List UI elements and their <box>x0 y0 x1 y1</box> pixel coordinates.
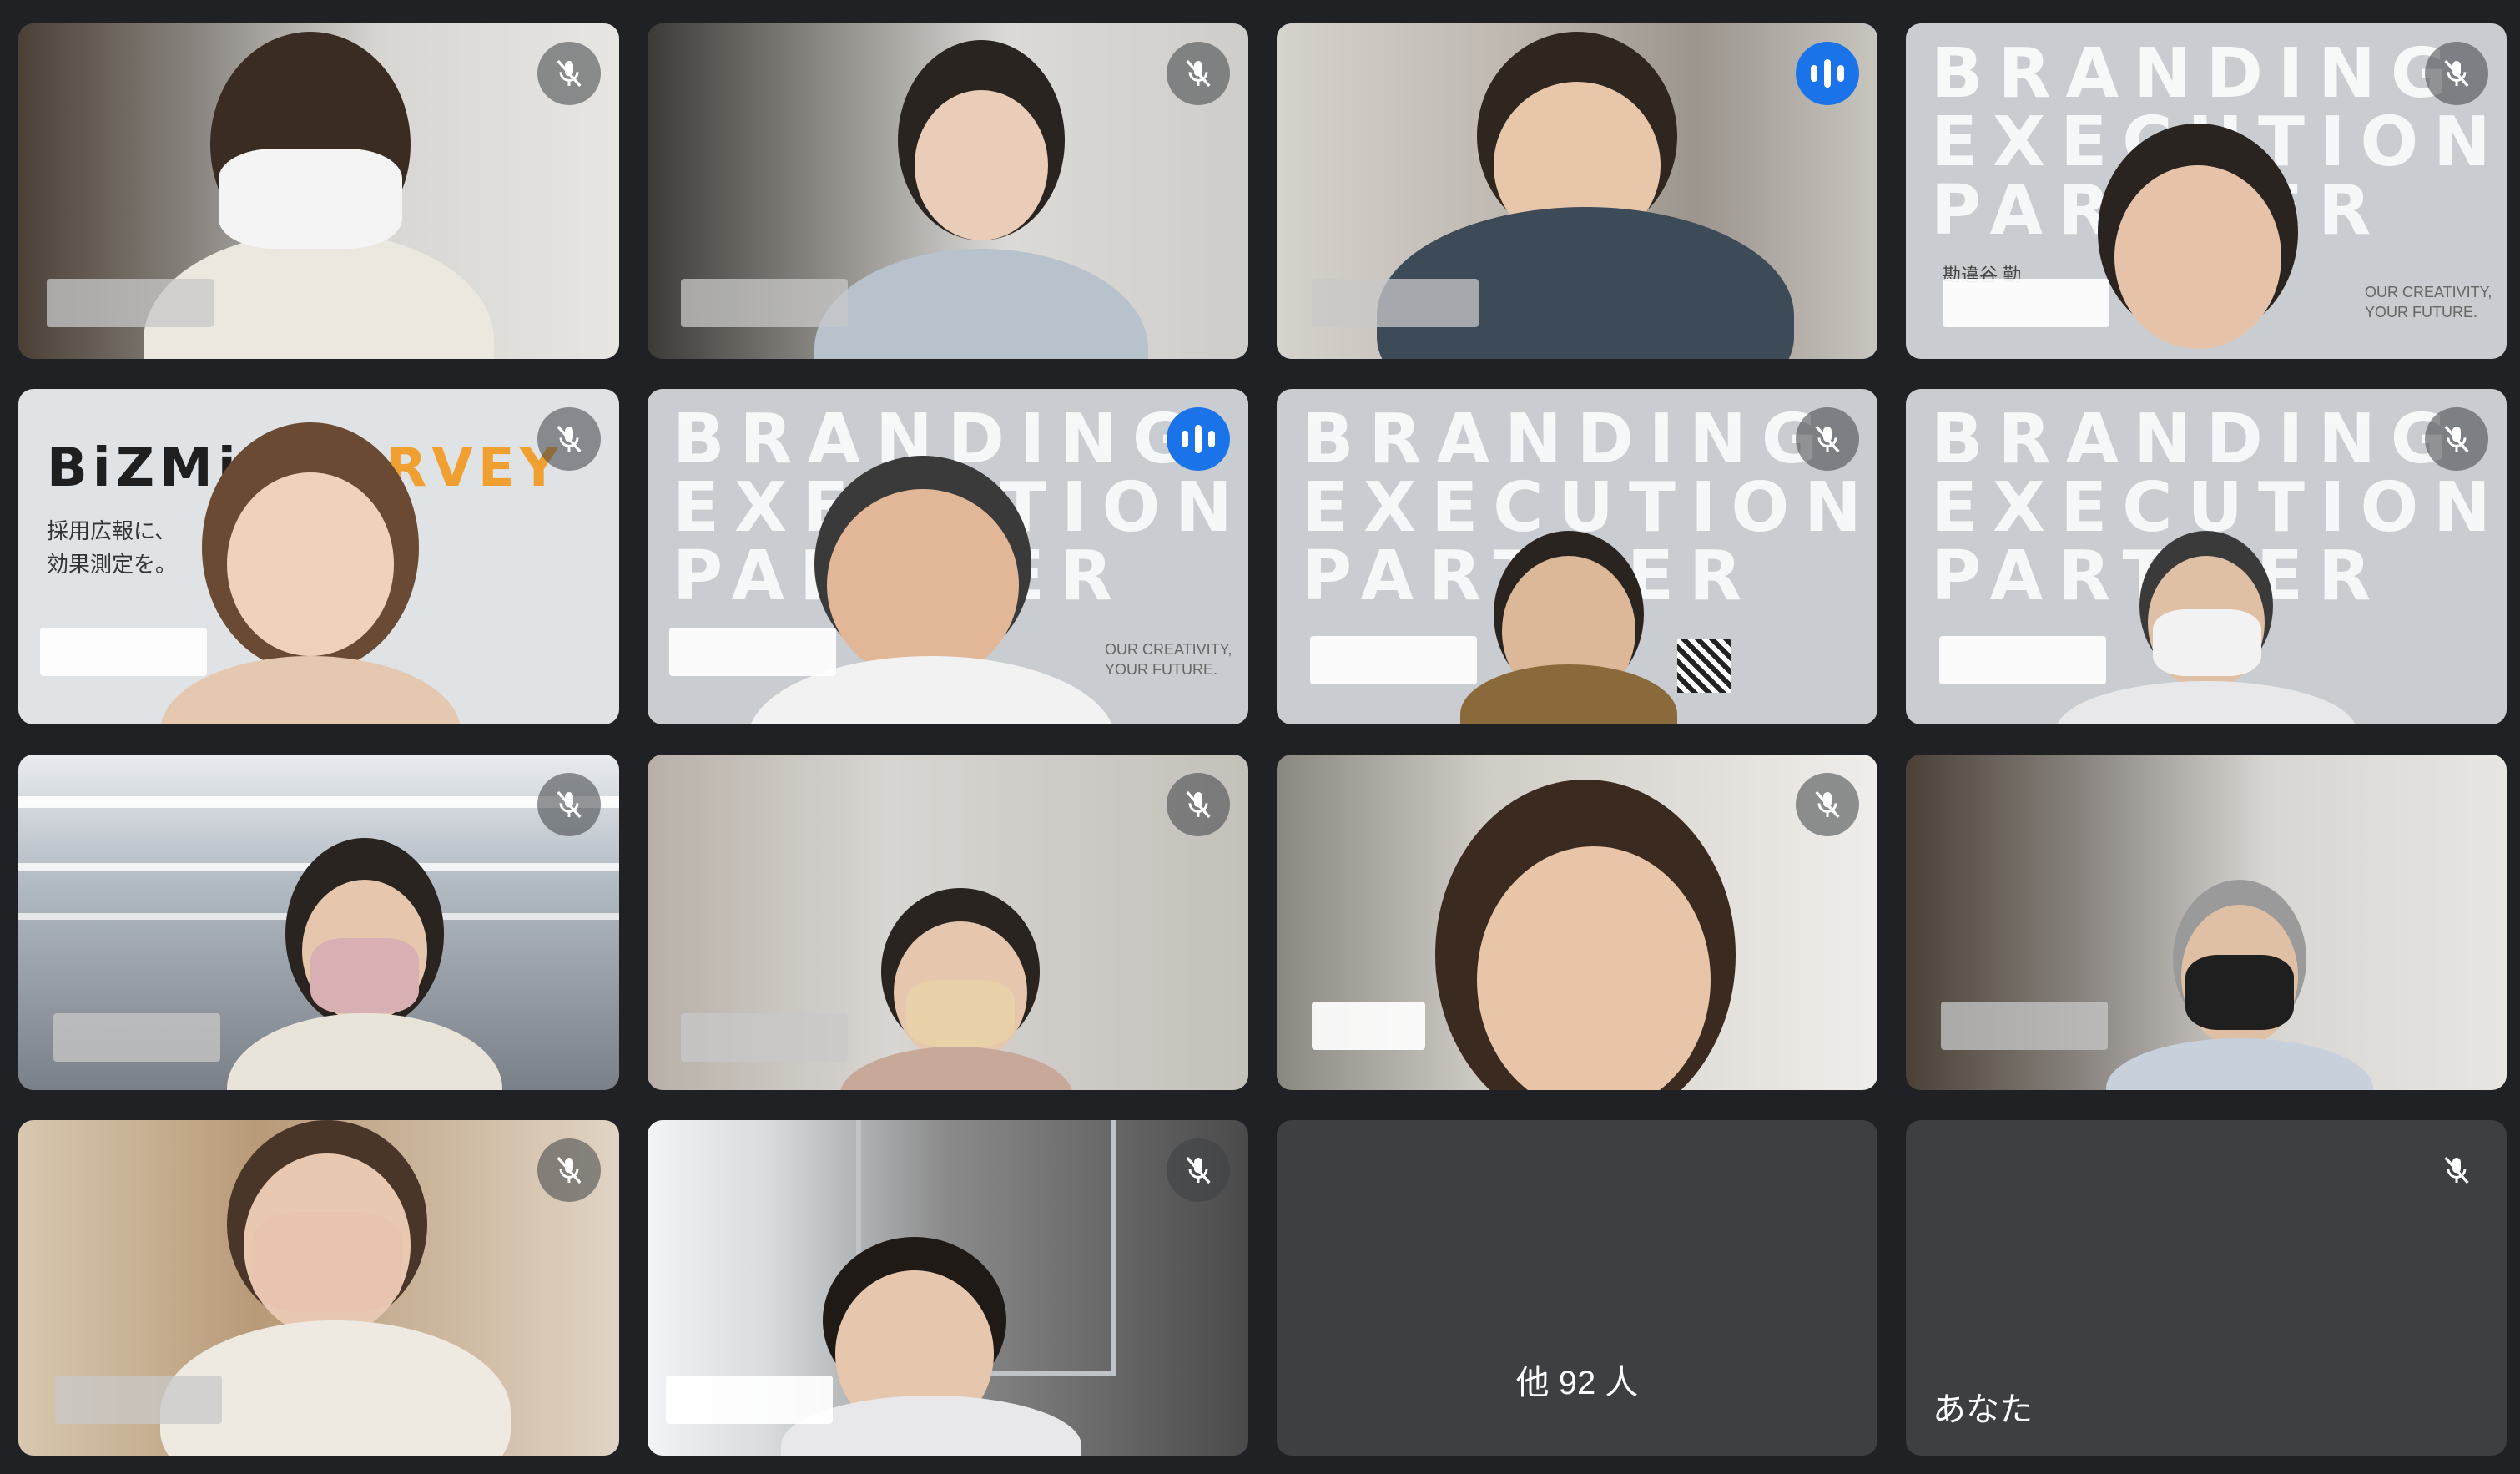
participant-tile[interactable] <box>1906 755 2507 1090</box>
participant-name-redacted <box>40 628 207 676</box>
mic-off-icon <box>1167 773 1230 836</box>
audio-level-icon <box>1796 42 1859 105</box>
mic-off-icon <box>1796 773 1859 836</box>
self-tile[interactable]: あなた <box>1906 1120 2507 1456</box>
background-sub-text: 採用広報に、 効果測定を。 <box>47 518 178 577</box>
self-label: あなた <box>1933 1391 2033 1428</box>
participant-tile[interactable] <box>18 755 619 1090</box>
participant-tile[interactable] <box>18 23 619 359</box>
participant-name-redacted <box>1939 636 2106 684</box>
mic-off-icon <box>537 773 601 836</box>
participant-name-redacted <box>1312 1002 1425 1050</box>
participant-name-redacted <box>1312 279 1479 327</box>
participant-name-redacted <box>1941 1002 2108 1050</box>
participant-tile[interactable] <box>18 1120 619 1456</box>
background-sub-text: OUR CREATIVITY, YOUR FUTURE. <box>2365 284 2492 321</box>
mic-off-icon <box>537 1138 601 1202</box>
participant-name-redacted <box>1310 636 1477 684</box>
participant-tile[interactable] <box>648 755 1248 1090</box>
background-sub-text: OUR CREATIVITY, YOUR FUTURE. <box>1105 641 1232 678</box>
participant-name-redacted <box>55 1376 222 1424</box>
mic-off-icon <box>2425 407 2488 471</box>
participant-tile[interactable] <box>1277 755 1877 1090</box>
background-logo-text-2: RVEY <box>386 437 563 499</box>
participant-tile[interactable]: BRANDINGEXECUTIONPARTNER <box>1277 389 1877 724</box>
participant-tile-active-speaker[interactable] <box>1277 23 1877 359</box>
participant-name-redacted <box>669 628 836 676</box>
audio-level-icon <box>1167 407 1230 471</box>
mic-off-icon <box>2425 1138 2488 1202</box>
others-count-label: 他 92 人 <box>1515 1365 1639 1401</box>
mic-off-icon <box>537 407 601 471</box>
others-tile[interactable]: 他 92 人 <box>1277 1120 1877 1456</box>
mic-off-icon <box>1796 407 1859 471</box>
background-logo-text: BiZMi <box>47 437 241 499</box>
participant-tile[interactable]: BRANDINGEXECUTIONPARTNER OUR CREATIVITY,… <box>648 389 1248 724</box>
participant-name-redacted <box>681 1013 848 1062</box>
mic-off-icon <box>1167 42 1230 105</box>
participant-tile[interactable] <box>648 23 1248 359</box>
mic-off-icon <box>537 42 601 105</box>
meeting-grid: BRANDINGEXECUTIONPARTNER 勘違谷 勤 OUR CREAT… <box>0 0 2520 1474</box>
participant-tile[interactable]: BRANDINGEXECUTIONPARTNER <box>1906 389 2507 724</box>
participant-name-redacted <box>681 279 848 327</box>
mic-off-icon <box>2425 42 2488 105</box>
participant-tile[interactable]: BRANDINGEXECUTIONPARTNER 勘違谷 勤 OUR CREAT… <box>1906 23 2507 359</box>
participant-name-redacted <box>53 1013 220 1062</box>
participant-name-redacted <box>47 279 214 327</box>
participant-name-redacted <box>666 1376 833 1424</box>
participant-tile[interactable] <box>648 1120 1248 1456</box>
mic-off-icon <box>1167 1138 1230 1202</box>
participant-name-redacted <box>1943 279 2109 327</box>
participant-tile[interactable]: BiZMi RVEY 採用広報に、 効果測定を。 <box>18 389 619 724</box>
